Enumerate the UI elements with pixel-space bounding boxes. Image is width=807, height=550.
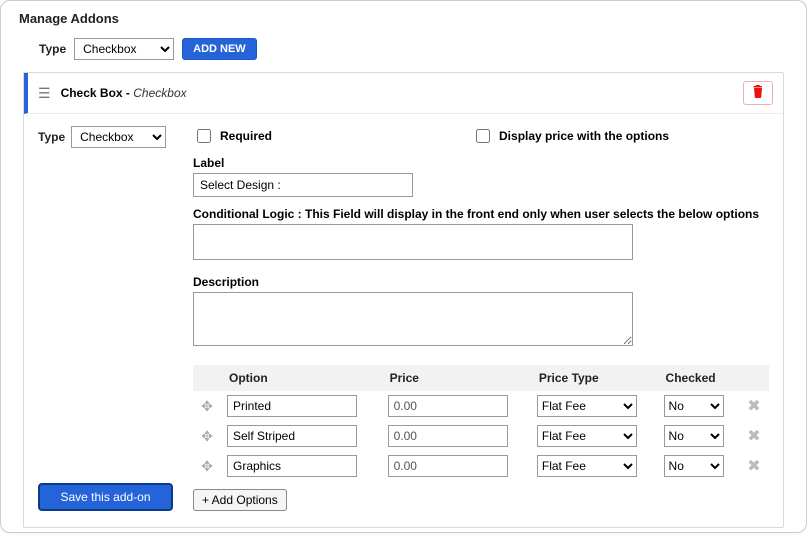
- pricetype-select[interactable]: Flat Fee: [537, 395, 637, 417]
- card-title-prefix: Check Box -: [61, 86, 134, 100]
- top-type-row: Type Checkbox ADD NEW: [39, 38, 784, 60]
- pricetype-select[interactable]: Flat Fee: [537, 455, 637, 477]
- dialog-title: Manage Addons: [1, 1, 806, 34]
- table-row: ✥ Flat Fee No ✖: [193, 391, 769, 421]
- checked-select[interactable]: No: [664, 425, 724, 447]
- col-checked: Checked: [658, 365, 739, 391]
- move-icon[interactable]: ✥: [193, 451, 221, 481]
- move-icon[interactable]: ✥: [193, 421, 221, 451]
- checkbox-row: Required Display price with the options: [193, 126, 769, 146]
- col-option: Option: [221, 365, 382, 391]
- col-price: Price: [382, 365, 531, 391]
- logic-field: Conditional Logic : This Field will disp…: [193, 207, 769, 265]
- label-input[interactable]: [193, 173, 413, 197]
- trash-icon: [752, 84, 764, 103]
- required-label: Required: [220, 129, 272, 143]
- price-input[interactable]: [388, 395, 508, 417]
- logic-fieldlabel: Conditional Logic : This Field will disp…: [193, 207, 769, 221]
- table-row: ✥ Flat Fee No ✖: [193, 421, 769, 451]
- card-title-suffix: Checkbox: [133, 86, 186, 100]
- option-input[interactable]: [227, 455, 357, 477]
- card-header: ☰ Check Box - Checkbox: [24, 73, 783, 114]
- checked-select[interactable]: No: [664, 395, 724, 417]
- delete-button[interactable]: [743, 81, 773, 105]
- checked-select[interactable]: No: [664, 455, 724, 477]
- card-body: Type Checkbox Save this add-on Required: [24, 114, 783, 527]
- label-field: Label: [193, 156, 769, 197]
- type-select-top[interactable]: Checkbox: [74, 38, 174, 60]
- addon-card: ☰ Check Box - Checkbox Type Checkbox: [23, 72, 784, 528]
- required-checkbox[interactable]: [197, 129, 211, 143]
- add-new-button[interactable]: ADD NEW: [182, 38, 257, 60]
- inner-type-row: Type Checkbox: [38, 126, 173, 148]
- desc-input[interactable]: [193, 292, 633, 346]
- options-table: Option Price Price Type Checked ✥ Flat Fe…: [193, 365, 769, 481]
- display-price-check-wrap[interactable]: Display price with the options: [472, 126, 669, 146]
- type-select-inner[interactable]: Checkbox: [71, 126, 166, 148]
- dialog-window: Manage Addons Type Checkbox ADD NEW ☰ Ch…: [0, 0, 807, 533]
- logic-input[interactable]: [193, 224, 633, 260]
- desc-field: Description: [193, 275, 769, 351]
- price-input[interactable]: [388, 455, 508, 477]
- remove-row-icon[interactable]: ✖: [739, 391, 769, 421]
- display-price-label: Display price with the options: [499, 129, 669, 143]
- label-fieldlabel: Label: [193, 156, 769, 170]
- add-options-button[interactable]: + Add Options: [193, 489, 287, 511]
- remove-row-icon[interactable]: ✖: [739, 451, 769, 481]
- inner-type-label: Type: [38, 130, 65, 144]
- table-row: ✥ Flat Fee No ✖: [193, 451, 769, 481]
- pricetype-select[interactable]: Flat Fee: [537, 425, 637, 447]
- option-input[interactable]: [227, 395, 357, 417]
- left-column: Type Checkbox Save this add-on: [38, 126, 173, 511]
- option-input[interactable]: [227, 425, 357, 447]
- type-label: Type: [39, 42, 66, 56]
- col-pricetype: Price Type: [531, 365, 658, 391]
- card-title: Check Box - Checkbox: [61, 86, 187, 100]
- dialog-content: Type Checkbox ADD NEW ☰ Check Box - Chec…: [1, 38, 806, 550]
- price-input[interactable]: [388, 425, 508, 447]
- right-column: Required Display price with the options …: [193, 126, 769, 511]
- save-addon-button[interactable]: Save this add-on: [38, 483, 173, 511]
- display-price-checkbox[interactable]: [476, 129, 490, 143]
- drag-handle-icon[interactable]: ☰: [38, 85, 51, 102]
- desc-fieldlabel: Description: [193, 275, 769, 289]
- required-check-wrap[interactable]: Required: [193, 126, 272, 146]
- move-icon[interactable]: ✥: [193, 391, 221, 421]
- remove-row-icon[interactable]: ✖: [739, 421, 769, 451]
